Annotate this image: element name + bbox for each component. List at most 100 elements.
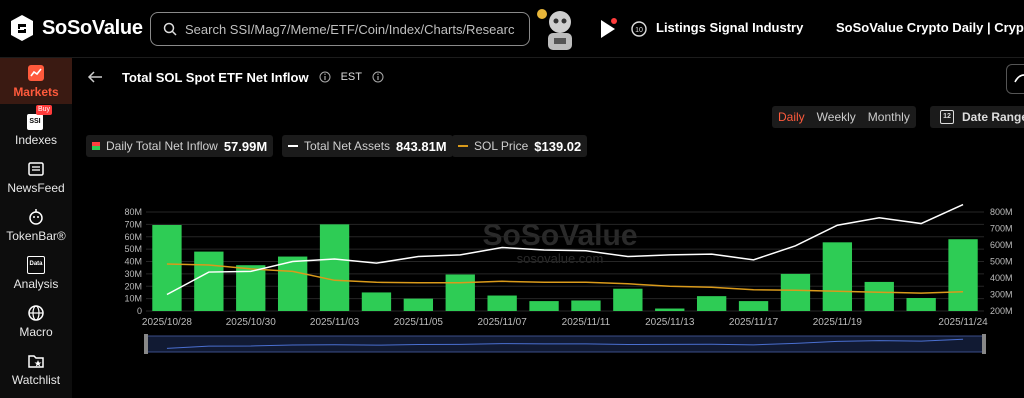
info-icon[interactable]	[319, 71, 331, 83]
inflow-bar	[613, 288, 643, 311]
sidebar-item-watchlist[interactable]: Watchlist	[0, 346, 72, 392]
inflow-bar	[655, 308, 685, 311]
legend-price-label: SOL Price	[474, 139, 529, 153]
page-title: Total SOL Spot ETF Net Inflow	[122, 69, 309, 85]
right-axis-tick-label: 200M	[990, 306, 1013, 316]
inflow-bar	[948, 239, 978, 311]
legend-inflow-value: 57.99M	[223, 138, 268, 154]
mascot-avatar-icon[interactable]	[534, 4, 584, 54]
brand-logo[interactable]: SoSoValue	[10, 14, 143, 42]
right-axis-tick-label: 500M	[990, 257, 1013, 267]
inflow-bar	[822, 242, 853, 311]
right-axis-tick-label: 700M	[990, 224, 1013, 234]
replay-icon[interactable]: 10	[630, 20, 648, 38]
sidebar: Markets SSI Buy Indexes NewsFeed TokenBa…	[0, 58, 72, 398]
right-axis-tick-label: 600M	[990, 240, 1013, 250]
date-range-button[interactable]: 12 Date Range	[930, 106, 1024, 128]
sidebar-item-label: Analysis	[13, 276, 59, 291]
period-selector: Daily Weekly Monthly	[772, 106, 916, 128]
sidebar-item-markets[interactable]: Markets	[0, 58, 72, 104]
right-axis-tick-label: 800M	[990, 207, 1013, 217]
ticker-item[interactable]: SoSoValue Crypto Daily | Crypto Ma	[836, 20, 1024, 35]
sidebar-item-analysis[interactable]: Data Analysis	[0, 250, 72, 296]
date-range-label: Date Range	[962, 110, 1024, 124]
inflow-bar	[780, 273, 811, 311]
chart-icon	[28, 64, 44, 81]
news-icon	[28, 161, 44, 176]
timezone-label: EST	[340, 71, 362, 83]
x-axis-tick-label: 2025/11/07	[477, 317, 527, 328]
x-axis-tick-label: 2025/11/11	[562, 317, 611, 328]
ticker-item[interactable]: Listings Signal Industry	[656, 20, 803, 35]
buy-badge: Buy	[36, 104, 53, 115]
search-box[interactable]	[150, 12, 530, 46]
inflow-bar	[152, 224, 182, 311]
legend-price-value: $139.02	[534, 138, 582, 154]
sosovalue-logo-icon	[11, 15, 33, 41]
net-inflow-chart[interactable]: SoSoValuesosovalue.com010M20M30M40M50M60…	[80, 200, 1020, 360]
inflow-bar	[445, 274, 475, 311]
left-axis-tick-label: 10M	[124, 294, 142, 304]
inflow-bar	[277, 256, 308, 311]
right-axis-tick-label: 400M	[990, 273, 1013, 283]
inflow-bar	[319, 224, 350, 311]
x-axis-tick-label: 2025/10/30	[226, 317, 276, 328]
x-axis-tick-label: 2025/11/24	[938, 317, 988, 328]
info-icon[interactable]	[372, 71, 384, 83]
legend-assets-label: Total Net Assets	[304, 139, 391, 153]
assets-swatch	[288, 145, 298, 147]
inflow-bar	[403, 298, 434, 311]
share-button[interactable]	[1006, 64, 1024, 94]
legend-assets-value: 843.81M	[396, 138, 447, 154]
inflow-bar	[571, 300, 601, 311]
x-axis-tick-label: 2025/11/05	[394, 317, 444, 328]
period-monthly-button[interactable]: Monthly	[862, 106, 916, 128]
price-swatch	[458, 145, 468, 147]
x-axis-tick-label: 2025/11/19	[813, 317, 863, 328]
brand-name: SoSoValue	[42, 16, 143, 39]
sidebar-item-indexes[interactable]: SSI Buy Indexes	[0, 104, 72, 152]
inflow-bar	[194, 251, 224, 311]
play-icon[interactable]	[598, 18, 618, 40]
left-axis-tick-label: 20M	[124, 281, 142, 291]
search-input[interactable]	[185, 21, 515, 37]
sidebar-item-label: TokenBar®	[6, 228, 66, 243]
share-icon	[1014, 74, 1024, 83]
sidebar-item-label: Markets	[13, 84, 59, 99]
inflow-bar	[864, 281, 894, 311]
x-axis-tick-label: 2025/11/17	[729, 317, 779, 328]
back-arrow-icon[interactable]	[86, 68, 104, 86]
range-brush-handle-left	[144, 334, 148, 354]
sidebar-item-label: Macro	[19, 324, 53, 339]
sidebar-item-label: Watchlist	[11, 372, 61, 387]
token-icon	[29, 208, 43, 225]
x-axis-tick-label: 2025/11/13	[645, 317, 695, 328]
legend-inflow[interactable]: Daily Total Net Inflow 57.99M	[86, 135, 274, 157]
left-axis-tick-label: 50M	[124, 244, 142, 254]
svg-text:10: 10	[635, 27, 643, 34]
legend-price[interactable]: SOL Price $139.02	[452, 135, 588, 157]
calendar-icon: 12	[940, 110, 954, 124]
sidebar-item-macro[interactable]: Macro	[0, 298, 72, 344]
sidebar-item-newsfeed[interactable]: NewsFeed	[0, 154, 72, 200]
inflow-bar	[487, 295, 517, 311]
inflow-bar	[696, 296, 727, 311]
left-axis-tick-label: 60M	[124, 232, 142, 242]
range-brush-handle-right	[982, 334, 986, 354]
legend-inflow-label: Daily Total Net Inflow	[106, 139, 218, 153]
legend-assets[interactable]: Total Net Assets 843.81M	[282, 135, 453, 157]
inflow-bar	[906, 298, 936, 311]
x-axis-tick-label: 2025/11/03	[310, 317, 360, 328]
globe-icon	[28, 304, 44, 321]
right-axis-tick-label: 300M	[990, 290, 1013, 300]
sidebar-item-label: Indexes	[14, 132, 58, 147]
inflow-bar	[361, 292, 392, 311]
sidebar-item-label: NewsFeed	[7, 180, 65, 195]
left-axis-tick-label: 80M	[124, 207, 142, 217]
period-weekly-button[interactable]: Weekly	[811, 106, 862, 128]
inflow-bar	[738, 301, 769, 311]
inflow-bar	[529, 301, 559, 311]
sidebar-item-tokenbar[interactable]: TokenBar®	[0, 202, 72, 248]
data-icon: Data	[27, 255, 45, 274]
period-daily-button[interactable]: Daily	[772, 106, 811, 128]
